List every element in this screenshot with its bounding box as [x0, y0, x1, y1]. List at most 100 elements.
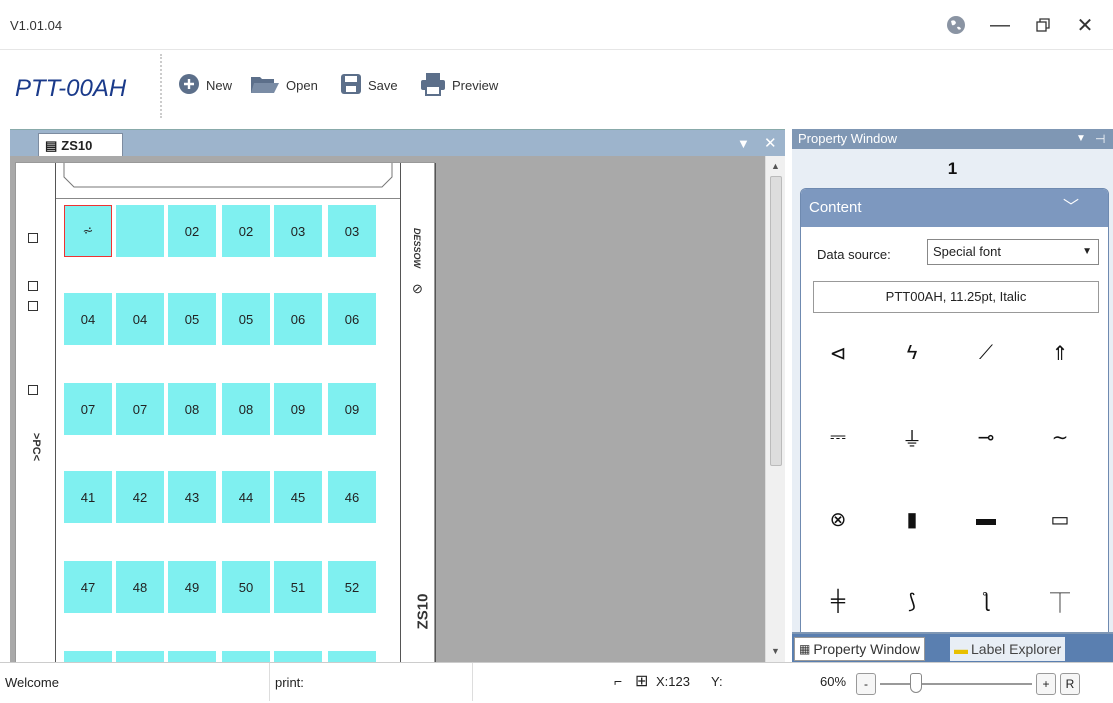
label-cell[interactable]: 41	[64, 471, 112, 523]
label-cell[interactable]: 02	[168, 205, 216, 257]
chassis-icon[interactable]: ⏚	[889, 417, 935, 457]
label-cell[interactable]: 04	[64, 293, 112, 345]
zoom-slider-thumb[interactable]	[910, 673, 922, 693]
property-pane: Property Window ▼ ⊣ 1 Content ﹀ Data sou…	[792, 129, 1113, 662]
label-cell[interactable]: 46	[328, 471, 376, 523]
dc-line-icon[interactable]: ⎓	[815, 417, 861, 457]
new-button[interactable]: New	[178, 73, 232, 96]
reset-zoom-button[interactable]: R	[1060, 673, 1080, 695]
data-source-select[interactable]: Special font ▼	[927, 239, 1099, 265]
data-source-label: Data source:	[817, 247, 891, 262]
label-cell[interactable]: 09	[274, 383, 322, 435]
pane-dropdown-icon[interactable]: ▼	[1076, 129, 1086, 149]
ruler-icon[interactable]: ⌐	[614, 673, 622, 689]
ground-arrow-icon[interactable]: ⇑	[1037, 333, 1083, 373]
x-coordinate: X:123	[656, 674, 690, 689]
pin-icon[interactable]: ⊣	[1095, 129, 1105, 149]
plug-icon[interactable]: ▬	[963, 499, 1009, 539]
label-cell[interactable]	[116, 205, 164, 257]
label-cell[interactable]: 51	[274, 561, 322, 613]
probe-icon[interactable]: ⟋	[963, 333, 1009, 373]
toolbar: PTT-00AH New Open Save Preview	[0, 50, 1113, 122]
label-cell[interactable]	[328, 651, 376, 662]
label-cell[interactable]: 03	[328, 205, 376, 257]
tab-close-icon[interactable]: ✕	[764, 134, 777, 152]
vertical-scrollbar[interactable]: ▲ ▼	[765, 156, 785, 662]
connector-icon[interactable]: ⊸	[963, 417, 1009, 457]
design-canvas[interactable]: >PC< ⩫ 02 02 03 03 04 04 05 05 06 06 07 07 08 08 09 09 41…	[10, 156, 765, 662]
pc-strip-label: >PC<	[30, 432, 43, 462]
y-coordinate: Y:	[711, 674, 723, 689]
label-cell[interactable]	[64, 651, 112, 662]
label-cell[interactable]: 52	[328, 561, 376, 613]
label-cell[interactable]: 08	[168, 383, 216, 435]
document-icon: ▤	[45, 137, 58, 153]
data-source-value: Special font	[933, 244, 1001, 259]
label-cell[interactable]	[222, 651, 270, 662]
label-cell[interactable]: 05	[222, 293, 270, 345]
save-button[interactable]: Save	[340, 73, 398, 96]
close-button[interactable]: ✕	[1070, 10, 1100, 40]
toolbar-separator	[160, 54, 162, 118]
label-cell[interactable]: 02	[222, 205, 270, 257]
restore-button[interactable]	[1028, 10, 1058, 40]
label-cell[interactable]: ⩫	[64, 205, 112, 257]
brand-logo-icon: ⊘	[412, 281, 423, 296]
tab-property-window[interactable]: ▦ Property Window	[794, 637, 925, 661]
row-checkbox[interactable]	[28, 301, 38, 311]
label-cell[interactable]: 42	[116, 471, 164, 523]
zoom-in-button[interactable]: +	[1036, 673, 1056, 695]
lamp-icon[interactable]: ⊗	[815, 499, 861, 539]
minimize-button[interactable]: —	[985, 10, 1015, 40]
tab-label-explorer[interactable]: ▬ Label Explorer	[950, 637, 1066, 661]
label-cell[interactable]: 49	[168, 561, 216, 613]
resistor-icon[interactable]: ▭	[1037, 499, 1083, 539]
crossing-icon[interactable]: ╪	[815, 581, 861, 621]
label-cell[interactable]: 44	[222, 471, 270, 523]
label-cell[interactable]	[274, 651, 322, 662]
lightning-icon[interactable]: ϟ	[889, 333, 935, 373]
tab-label: ZS10	[61, 138, 93, 153]
font-display[interactable]: PTT00AH, 11.25pt, Italic	[813, 281, 1099, 313]
label-cell[interactable]: 06	[274, 293, 322, 345]
content-group-header[interactable]: Content ﹀	[801, 189, 1108, 227]
row-checkbox[interactable]	[28, 281, 38, 291]
antenna-icon[interactable]: ⏉	[1037, 581, 1083, 621]
speaker-icon[interactable]: ⊲	[815, 333, 861, 373]
label-cell[interactable]: 47	[64, 561, 112, 613]
preview-button[interactable]: Preview	[420, 72, 498, 96]
label-cell[interactable]	[116, 651, 164, 662]
label-cell[interactable]: 09	[328, 383, 376, 435]
tab-dropdown-icon[interactable]: ▼	[737, 136, 750, 151]
grid-icon[interactable]: ⊞	[635, 671, 648, 691]
label-cell[interactable]: 48	[116, 561, 164, 613]
fuse-icon[interactable]: ▮	[889, 499, 935, 539]
switch-open-icon[interactable]: ⟆	[889, 581, 935, 621]
label-cell[interactable]: 07	[116, 383, 164, 435]
scroll-thumb[interactable]	[770, 176, 782, 466]
switch-closed-icon[interactable]: ƪ	[963, 581, 1009, 621]
globe-icon[interactable]	[941, 10, 971, 40]
label-cell[interactable]: 08	[222, 383, 270, 435]
label-cell[interactable]: 43	[168, 471, 216, 523]
label-cell[interactable]: 03	[274, 205, 322, 257]
scroll-up-icon[interactable]: ▲	[771, 161, 780, 171]
label-cell[interactable]: 50	[222, 561, 270, 613]
label-cell[interactable]: 06	[328, 293, 376, 345]
tab-property-label: Property Window	[813, 641, 920, 657]
label-cell[interactable]: 07	[64, 383, 112, 435]
label-cell[interactable]: 45	[274, 471, 322, 523]
scroll-down-icon[interactable]: ▼	[771, 646, 780, 656]
ac-wave-icon[interactable]: ∼	[1037, 417, 1083, 457]
label-cell[interactable]	[168, 651, 216, 662]
zoom-slider-track[interactable]	[880, 683, 1032, 685]
document-pane: ▤ ZS10 ▼ ✕ >PC< ⩫ 02 02 03 03 04 04 05 05 06 06 07 0…	[10, 129, 785, 662]
row-checkbox[interactable]	[28, 385, 38, 395]
label-cell[interactable]: 04	[116, 293, 164, 345]
label-cell[interactable]: 05	[168, 293, 216, 345]
zoom-out-button[interactable]: -	[856, 673, 876, 695]
tab-zs10[interactable]: ▤ ZS10	[38, 133, 123, 157]
open-button[interactable]: Open	[250, 74, 318, 96]
folder-icon	[250, 73, 280, 98]
row-checkbox[interactable]	[28, 233, 38, 243]
